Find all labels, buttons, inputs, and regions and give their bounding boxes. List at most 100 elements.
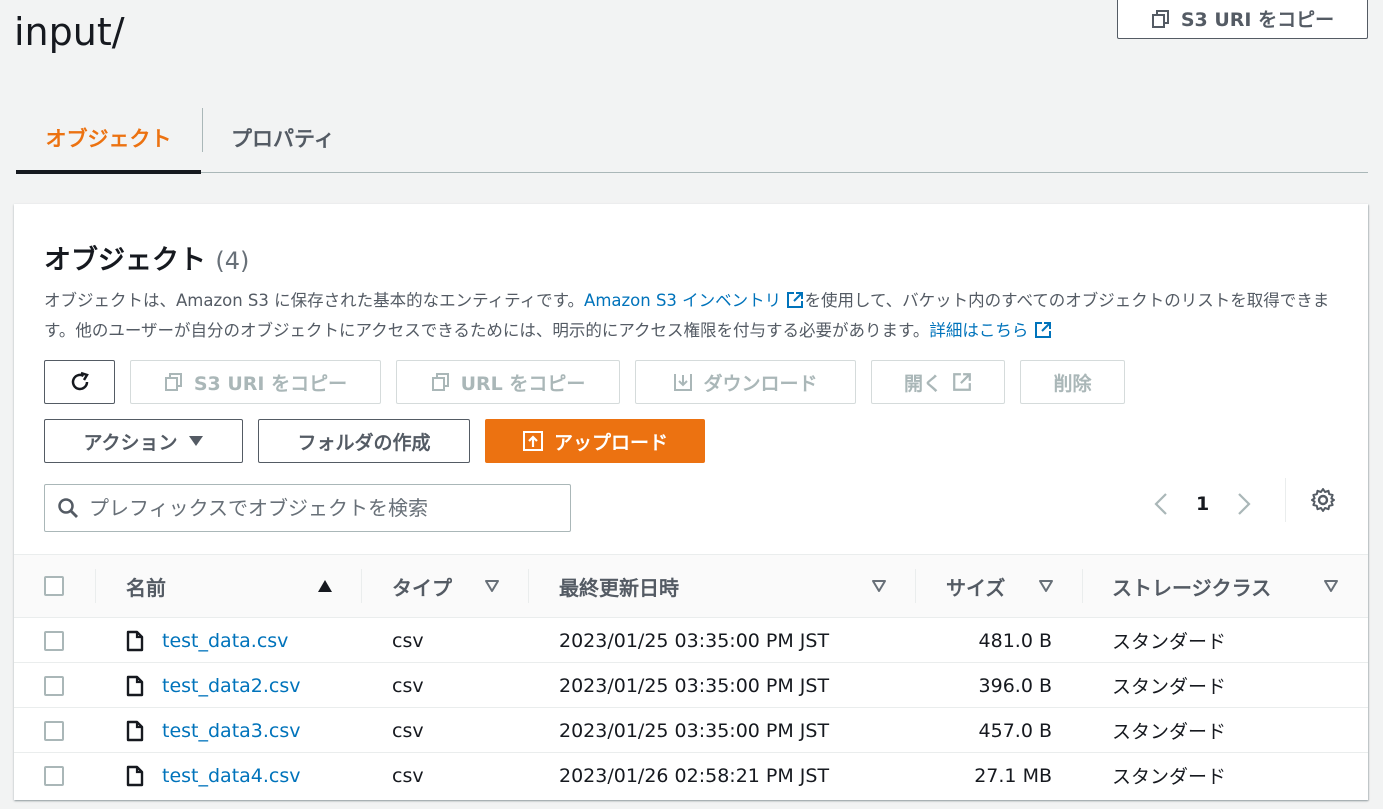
copy-url-button[interactable]: URL をコピー bbox=[396, 360, 620, 404]
name-cell: test_data3.csv bbox=[126, 708, 301, 753]
row-checkbox[interactable] bbox=[44, 720, 64, 741]
storage-cell: スタンダード bbox=[1112, 631, 1227, 653]
column-storage-label: ストレージクラス bbox=[1112, 575, 1272, 600]
storage-cell: スタンダード bbox=[1112, 721, 1227, 743]
table-header: 名前 タイプ 最終更新日時 サイズ ストレージクラス bbox=[14, 554, 1368, 618]
tab-objects-label: オブジェクト bbox=[45, 127, 172, 151]
row-checkbox[interactable] bbox=[44, 630, 64, 651]
select-all-checkbox[interactable] bbox=[44, 576, 64, 596]
refresh-icon bbox=[71, 371, 89, 391]
upload-button[interactable]: アップロード bbox=[485, 419, 705, 463]
column-divider bbox=[1082, 569, 1083, 603]
copy-icon bbox=[164, 373, 182, 391]
table-row[interactable]: test_data4.csv csv 2023/01/26 02:58:21 P… bbox=[14, 753, 1368, 798]
object-name-link[interactable]: test_data2.csv bbox=[162, 675, 301, 697]
column-header-name[interactable]: 名前 bbox=[126, 555, 166, 617]
download-label: ダウンロード bbox=[703, 372, 818, 395]
learn-more-link[interactable]: 詳細はこちら bbox=[929, 321, 1051, 340]
description-text-1: オブジェクトは、Amazon S3 に保存された基本的なエンティティです。 bbox=[44, 291, 585, 310]
chevron-left-icon[interactable] bbox=[1154, 492, 1168, 516]
actions-dropdown[interactable]: アクション bbox=[44, 419, 243, 463]
file-icon bbox=[126, 630, 144, 651]
file-icon bbox=[126, 765, 144, 786]
create-folder-button[interactable]: フォルダの作成 bbox=[258, 419, 470, 463]
column-header-storage[interactable]: ストレージクラス bbox=[1112, 555, 1271, 617]
open-button[interactable]: 開く bbox=[871, 360, 1005, 404]
table-row[interactable]: test_data2.csv csv 2023/01/25 03:35:00 P… bbox=[14, 663, 1368, 708]
column-divider bbox=[361, 569, 362, 603]
delete-button[interactable]: 削除 bbox=[1020, 360, 1125, 404]
modified-cell: 2023/01/25 03:35:00 PM JST bbox=[559, 674, 830, 697]
storage-cell: スタンダード bbox=[1112, 676, 1227, 698]
panel-title-text: オブジェクト bbox=[44, 245, 206, 276]
copy-icon bbox=[431, 373, 449, 391]
type-cell: csv bbox=[392, 719, 424, 742]
inventory-link[interactable]: Amazon S3 インベントリ bbox=[584, 291, 804, 310]
chevron-right-icon[interactable] bbox=[1237, 492, 1251, 516]
copy-s3-uri-header-button[interactable]: S3 URI をコピー bbox=[1117, 0, 1368, 39]
modified-cell: 2023/01/25 03:35:00 PM JST bbox=[559, 629, 830, 652]
type-cell: csv bbox=[392, 674, 424, 697]
modified-cell: 2023/01/25 03:35:00 PM JST bbox=[559, 719, 830, 742]
panel-description: オブジェクトは、Amazon S3 に保存された基本的なエンティティです。Ama… bbox=[44, 286, 1334, 346]
tab-properties-label: プロパティ bbox=[231, 127, 335, 151]
table-row[interactable]: test_data.csv csv 2023/01/25 03:35:00 PM… bbox=[14, 618, 1368, 663]
delete-label: 削除 bbox=[1053, 372, 1092, 395]
file-icon bbox=[126, 720, 144, 741]
learn-more-link-label: 詳細はこちら bbox=[929, 321, 1029, 340]
sort-down-icon[interactable] bbox=[1038, 579, 1054, 593]
row-checkbox[interactable] bbox=[44, 765, 64, 786]
row-select-cell bbox=[44, 753, 64, 798]
object-name-link[interactable]: test_data3.csv bbox=[162, 720, 301, 742]
row-checkbox[interactable] bbox=[44, 675, 64, 696]
inventory-link-label: Amazon S3 インベントリ bbox=[584, 291, 782, 310]
sort-down-icon[interactable] bbox=[1323, 579, 1339, 593]
search-input[interactable] bbox=[89, 496, 570, 520]
copy-s3-uri-button[interactable]: S3 URI をコピー bbox=[130, 360, 381, 404]
column-header-type[interactable]: タイプ bbox=[392, 555, 452, 617]
actions-label: アクション bbox=[83, 431, 178, 454]
tab-objects[interactable]: オブジェクト bbox=[16, 104, 201, 174]
sort-down-icon[interactable] bbox=[484, 579, 500, 593]
column-header-modified[interactable]: 最終更新日時 bbox=[559, 555, 679, 617]
download-icon bbox=[674, 374, 693, 391]
tab-divider bbox=[202, 108, 203, 152]
row-select-cell bbox=[44, 618, 64, 663]
table-row[interactable]: test_data3.csv csv 2023/01/25 03:35:00 P… bbox=[14, 708, 1368, 753]
object-name-link[interactable]: test_data.csv bbox=[162, 630, 288, 652]
open-label: 開く bbox=[903, 372, 942, 395]
copy-url-label: URL をコピー bbox=[460, 372, 586, 395]
sort-ascending-icon[interactable] bbox=[317, 579, 333, 593]
download-button[interactable]: ダウンロード bbox=[635, 360, 856, 404]
column-divider bbox=[528, 569, 529, 603]
tab-properties[interactable]: プロパティ bbox=[231, 104, 335, 172]
select-all-cell bbox=[44, 555, 64, 617]
size-cell: 481.0 B bbox=[978, 629, 1052, 652]
modified-cell: 2023/01/26 02:58:21 PM JST bbox=[559, 764, 830, 787]
column-name-label: 名前 bbox=[126, 575, 166, 600]
upload-icon bbox=[522, 431, 543, 451]
current-page-number[interactable]: 1 bbox=[1196, 493, 1209, 515]
type-cell: csv bbox=[392, 629, 424, 652]
column-size-label: サイズ bbox=[946, 575, 1006, 600]
gear-icon[interactable] bbox=[1310, 487, 1336, 513]
column-header-size[interactable]: サイズ bbox=[946, 555, 1005, 617]
name-cell: test_data2.csv bbox=[126, 663, 301, 708]
size-cell: 457.0 B bbox=[978, 719, 1052, 742]
object-count: (4) bbox=[215, 247, 250, 275]
upload-label: アップロード bbox=[553, 431, 668, 454]
file-icon bbox=[126, 675, 144, 696]
column-divider bbox=[915, 569, 916, 603]
refresh-button[interactable] bbox=[44, 360, 115, 404]
tab-bar: オブジェクト プロパティ bbox=[16, 104, 1368, 174]
sort-down-icon[interactable] bbox=[871, 579, 887, 593]
copy-s3-uri-header-label: S3 URI をコピー bbox=[1180, 9, 1335, 31]
caret-down-icon bbox=[188, 436, 203, 446]
pager-divider bbox=[1285, 478, 1286, 522]
external-link-icon bbox=[1034, 322, 1051, 338]
name-cell: test_data4.csv bbox=[126, 753, 301, 798]
size-cell: 396.0 B bbox=[978, 674, 1052, 697]
object-name-link[interactable]: test_data4.csv bbox=[162, 765, 301, 787]
search-box[interactable] bbox=[44, 484, 571, 532]
pagination: 1 bbox=[1154, 484, 1251, 524]
